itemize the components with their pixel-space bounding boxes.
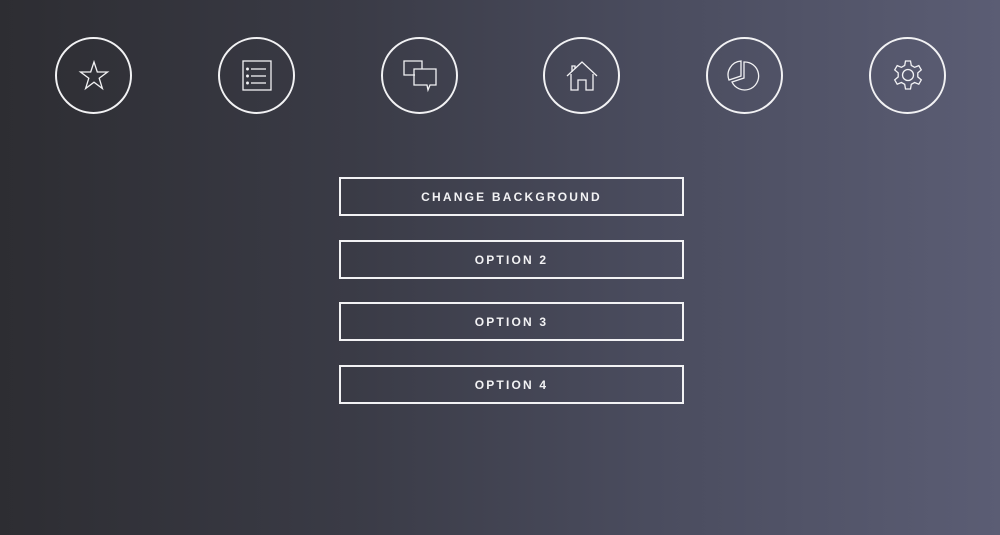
list-button[interactable] <box>218 37 295 114</box>
pie-chart-icon <box>726 59 759 91</box>
settings-button[interactable] <box>869 37 946 114</box>
gear-icon <box>893 59 922 90</box>
home-button[interactable] <box>543 37 620 114</box>
option-3-button[interactable]: OPTION 3 <box>339 302 684 341</box>
change-background-button[interactable]: CHANGE BACKGROUND <box>339 177 684 216</box>
pie-chart-button[interactable] <box>706 37 783 114</box>
chat-icon <box>402 59 437 92</box>
list-icon <box>241 59 272 91</box>
option-4-button[interactable]: OPTION 4 <box>339 365 684 404</box>
home-icon <box>566 60 597 91</box>
chat-button[interactable] <box>381 37 458 114</box>
option-2-button[interactable]: OPTION 2 <box>339 240 684 279</box>
star-button[interactable] <box>55 37 132 114</box>
star-icon <box>78 59 109 90</box>
